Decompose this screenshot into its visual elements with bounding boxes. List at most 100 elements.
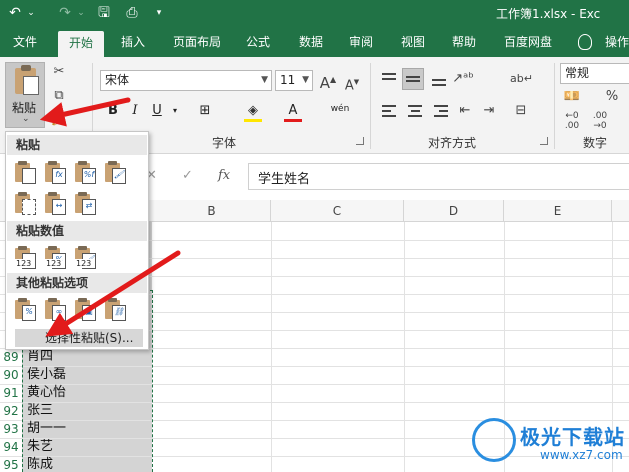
font-size-select[interactable]: 11 ▼ [275,70,313,91]
decrease-font-size-icon[interactable]: A▼ [342,74,362,94]
paste-keep-column-widths-icon[interactable]: ↔ [44,191,68,217]
watermark-logo [472,418,516,462]
percent-style-icon[interactable]: % [602,89,622,105]
wrap-text-icon[interactable]: ab↵ [510,71,533,87]
save-icon[interactable]: 🖫 [95,3,113,23]
phonetic-guide-icon[interactable]: wén [329,100,351,118]
cell-student-name[interactable]: 肖四 [27,348,53,366]
tab-page-layout[interactable]: 页面布局 [168,27,226,57]
row-header[interactable]: 92 [0,402,22,420]
paste-link-icon[interactable]: ∞ [44,297,68,323]
number-format-value: 常规 [565,66,590,80]
document-title: 工作簿1.xlsx - Exc [496,7,601,21]
paste-special-menu-item[interactable]: 选择性粘贴(S)... [15,329,143,347]
row-header[interactable]: 95 [0,456,22,472]
paste-keep-source-formatting-icon[interactable]: 🖌 [104,160,128,186]
paste-formatting-icon[interactable]: % [14,297,38,323]
cell-student-name[interactable]: 侯小磊 [27,366,66,384]
paste-formulas-number-format-icon[interactable]: %f [74,160,98,186]
undo-icon[interactable]: ↶ [6,3,24,23]
font-dialog-launcher-icon[interactable] [356,137,364,145]
chevron-down-icon: ▼ [302,75,309,85]
alignment-dialog-launcher-icon[interactable] [540,137,548,145]
row-header[interactable]: 93 [0,420,22,438]
align-left-icon[interactable] [380,103,398,119]
number-format-select[interactable]: 常规 [560,63,629,84]
bold-button[interactable]: B [104,102,122,120]
paste-dropdown-chevron-icon[interactable]: ⌄ [22,114,30,124]
merge-center-icon[interactable]: ⊟ [510,103,532,119]
font-name-value: 宋体 [105,73,130,87]
undo-dropdown-chevron-icon[interactable]: ⌄ [26,3,36,23]
fill-color-icon[interactable]: ◈ [244,102,262,122]
redo-dropdown-chevron-icon[interactable]: ⌄ [76,3,86,23]
insert-function-icon[interactable]: fx [218,168,230,183]
tab-help[interactable]: 帮助 [447,27,481,57]
column-header-b[interactable]: B [153,200,271,222]
increase-font-size-icon[interactable]: A▲ [318,72,338,91]
copy-icon[interactable]: ⧉ [50,88,68,104]
accounting-format-icon[interactable]: 💴 [562,89,582,105]
format-painter-icon[interactable]: 🖌 [50,112,68,128]
row-header[interactable]: 89 [0,348,22,366]
cell-student-name[interactable]: 黄心怡 [27,384,66,402]
font-color-icon[interactable]: A [284,102,302,122]
cell-student-name[interactable]: 陈成 [27,456,53,472]
formula-value: 学生姓名 [258,172,311,187]
paste-button[interactable]: 粘贴 ⌄ [5,62,45,128]
increase-indent-icon[interactable]: ⇥ [480,103,498,119]
cell-student-name[interactable]: 张三 [27,402,53,420]
row-header[interactable]: 91 [0,384,22,402]
increase-decimal-icon[interactable]: ←0.00 [562,111,582,131]
decrease-decimal-icon[interactable]: .00 →0 [590,111,610,131]
align-bottom-icon[interactable] [430,71,448,87]
paste-linked-picture-icon[interactable]: ⛓ [104,297,128,323]
align-right-icon[interactable] [432,103,450,119]
align-middle-icon[interactable] [402,68,424,90]
column-header-e[interactable]: E [504,200,612,222]
paste-formulas-icon[interactable]: fx [44,160,68,186]
lightbulb-icon[interactable] [578,34,592,50]
tab-data[interactable]: 数据 [293,27,329,57]
group-label-alignment: 对齐方式 [428,136,477,150]
watermark-brand: 极光下载站 [520,425,625,449]
paste-picture-icon[interactable]: ▣ [74,297,98,323]
column-header-d[interactable]: D [404,200,504,222]
underline-button[interactable]: U [148,102,166,120]
tab-review[interactable]: 审阅 [344,27,378,57]
paste-no-borders-icon[interactable] [14,191,38,217]
tab-baidu-netdisk[interactable]: 百度网盘 [498,27,558,57]
tab-home[interactable]: 开始 [58,31,104,57]
paste-icon[interactable] [14,160,38,186]
paste-transpose-icon[interactable]: ⇄ [74,191,98,217]
redo-icon[interactable]: ↷ [56,3,74,23]
cell-student-name[interactable]: 朱艺 [27,438,53,456]
font-name-select[interactable]: 宋体 ▼ [100,70,272,91]
borders-icon[interactable]: ⊞ [196,102,214,120]
watermark-url: www.xz7.com [540,448,623,462]
cut-icon[interactable]: ✂ [50,64,68,80]
orientation-icon[interactable]: ↗ᵃᵇ [452,71,474,87]
font-size-value: 11 [280,73,296,87]
tab-file[interactable]: 文件 [6,27,44,57]
paste-values-icon[interactable]: 123 [14,245,38,271]
cell-student-name[interactable]: 胡一一 [27,420,66,438]
section-paste-values: 粘贴数值 [7,221,147,241]
underline-dropdown-chevron-icon[interactable]: ▾ [166,102,184,120]
print-preview-icon[interactable]: ⎙ [123,3,141,23]
row-header[interactable]: 94 [0,438,22,456]
paste-values-number-format-icon[interactable]: %123 [44,245,68,271]
italic-button[interactable]: I [126,102,144,120]
row-header[interactable]: 90 [0,366,22,384]
align-top-icon[interactable] [380,71,398,87]
decrease-indent-icon[interactable]: ⇤ [456,103,474,119]
tab-view[interactable]: 视图 [396,27,430,57]
column-header-c[interactable]: C [271,200,404,222]
paste-values-source-formatting-icon[interactable]: 🖌123 [74,245,98,271]
tab-tell-me[interactable]: 操作 [600,27,629,57]
align-center-icon[interactable] [406,103,424,119]
customize-quick-access-icon[interactable]: ▾ [153,3,165,23]
confirm-entry-icon[interactable]: ✓ [182,168,193,183]
tab-formulas[interactable]: 公式 [241,27,275,57]
tab-insert[interactable]: 插入 [114,27,152,57]
